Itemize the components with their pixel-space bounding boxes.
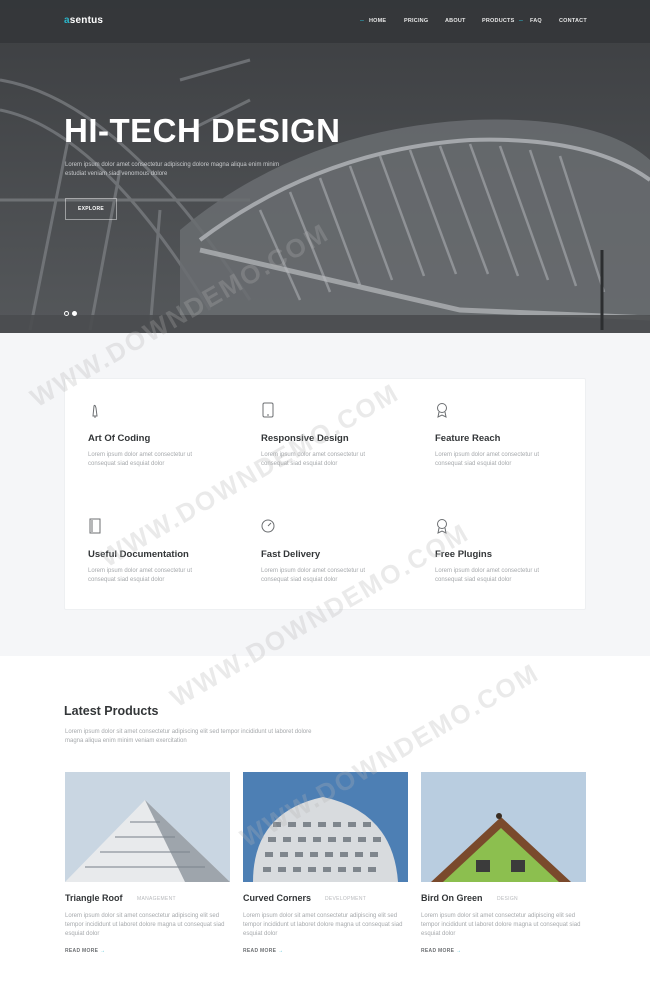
slider-pagination bbox=[64, 311, 77, 316]
top-navbar: asentus – HOME PRICING ABOUT PRODUCTS – … bbox=[0, 0, 650, 44]
arrow-right-icon: → bbox=[277, 948, 284, 954]
product-description: Lorem ipsum dolor sit amet consectetur a… bbox=[243, 913, 403, 937]
tablet-icon bbox=[262, 402, 274, 418]
feature-item: Feature Reach Lorem ipsum dolor amet con… bbox=[435, 402, 585, 482]
feature-title: Fast Delivery bbox=[261, 549, 321, 560]
nav-item-products[interactable]: PRODUCTS bbox=[482, 18, 514, 24]
slider-dot-2[interactable] bbox=[72, 311, 77, 316]
feature-title: Free Plugins bbox=[435, 549, 493, 560]
feature-title: Responsive Design bbox=[261, 433, 349, 444]
hero-title: HI-TECH DESIGN bbox=[64, 112, 341, 149]
feature-item: Responsive Design Lorem ipsum dolor amet… bbox=[261, 402, 411, 482]
product-title[interactable]: Triangle Roof bbox=[65, 893, 123, 903]
pen-icon bbox=[92, 404, 98, 418]
latest-products-description: Lorem ipsum dolor sit amet consectetur a… bbox=[65, 729, 312, 744]
document-icon bbox=[89, 518, 101, 534]
product-category-tag: DEVELOPMENT bbox=[325, 896, 367, 902]
badge-icon bbox=[437, 403, 447, 418]
product-card: Curved Corners DEVELOPMENT Lorem ipsum d… bbox=[243, 772, 408, 982]
product-title[interactable]: Curved Corners bbox=[243, 893, 311, 903]
badge-icon bbox=[437, 519, 447, 534]
feature-text: Lorem ipsum dolor amet consectetur ut co… bbox=[88, 568, 193, 583]
feature-title: Art Of Coding bbox=[88, 433, 151, 444]
product-image-curved-corners[interactable] bbox=[243, 772, 408, 882]
nav-item-pricing[interactable]: PRICING bbox=[404, 18, 428, 24]
product-image-triangle-roof[interactable] bbox=[65, 772, 230, 882]
feature-item: Useful Documentation Lorem ipsum dolor a… bbox=[88, 518, 238, 598]
feature-item: Free Plugins Lorem ipsum dolor amet cons… bbox=[435, 518, 585, 598]
product-card: Bird On Green DESIGN Lorem ipsum dolor s… bbox=[421, 772, 586, 982]
arrow-right-icon: → bbox=[99, 948, 106, 954]
nav-item-contact[interactable]: CONTACT bbox=[559, 18, 587, 24]
product-title[interactable]: Bird On Green bbox=[421, 893, 483, 903]
product-category-tag: MANAGEMENT bbox=[137, 896, 176, 902]
product-card: Triangle Roof MANAGEMENT Lorem ipsum dol… bbox=[65, 772, 230, 982]
product-image-bird-on-green[interactable] bbox=[421, 772, 586, 882]
logo-text: sentus bbox=[69, 15, 104, 26]
read-more-link[interactable]: READ MORE → bbox=[243, 948, 283, 954]
features-card: Art Of Coding Lorem ipsum dolor amet con… bbox=[64, 378, 586, 610]
product-description: Lorem ipsum dolor sit amet consectetur a… bbox=[65, 913, 225, 937]
feature-title: Feature Reach bbox=[435, 433, 501, 444]
product-category-tag: DESIGN bbox=[497, 896, 518, 902]
read-more-link[interactable]: READ MORE → bbox=[65, 948, 105, 954]
feature-text: Lorem ipsum dolor amet consectetur ut co… bbox=[261, 452, 366, 467]
hero-section: asentus – HOME PRICING ABOUT PRODUCTS – … bbox=[0, 0, 650, 333]
explore-button[interactable]: EXPLORE bbox=[65, 198, 117, 220]
nav-item-about[interactable]: ABOUT bbox=[445, 18, 466, 24]
arrow-right-icon: → bbox=[455, 948, 462, 954]
speedometer-icon bbox=[261, 519, 275, 533]
nav-arrow-icon: – bbox=[519, 17, 523, 24]
active-nav-arrow-icon: – bbox=[360, 17, 364, 24]
hero-description: Lorem ipsum dolor amet consectetur adipi… bbox=[65, 162, 280, 177]
product-description: Lorem ipsum dolor sit amet consectetur a… bbox=[421, 913, 581, 937]
feature-title: Useful Documentation bbox=[88, 549, 189, 560]
slider-dot-1[interactable] bbox=[64, 311, 69, 316]
latest-products-heading: Latest Products bbox=[64, 704, 159, 718]
read-more-label: READ MORE bbox=[421, 948, 455, 954]
feature-item: Fast Delivery Lorem ipsum dolor amet con… bbox=[261, 518, 411, 598]
feature-text: Lorem ipsum dolor amet consectetur ut co… bbox=[88, 452, 193, 467]
feature-item: Art Of Coding Lorem ipsum dolor amet con… bbox=[88, 402, 238, 482]
read-more-link[interactable]: READ MORE → bbox=[421, 948, 461, 954]
feature-text: Lorem ipsum dolor amet consectetur ut co… bbox=[435, 452, 540, 467]
feature-text: Lorem ipsum dolor amet consectetur ut co… bbox=[261, 568, 366, 583]
nav-item-home[interactable]: HOME bbox=[369, 18, 386, 24]
feature-text: Lorem ipsum dolor amet consectetur ut co… bbox=[435, 568, 540, 583]
nav-item-faq[interactable]: FAQ bbox=[530, 18, 542, 24]
read-more-label: READ MORE bbox=[243, 948, 277, 954]
read-more-label: READ MORE bbox=[65, 948, 99, 954]
brand-logo[interactable]: asentus bbox=[64, 15, 103, 26]
